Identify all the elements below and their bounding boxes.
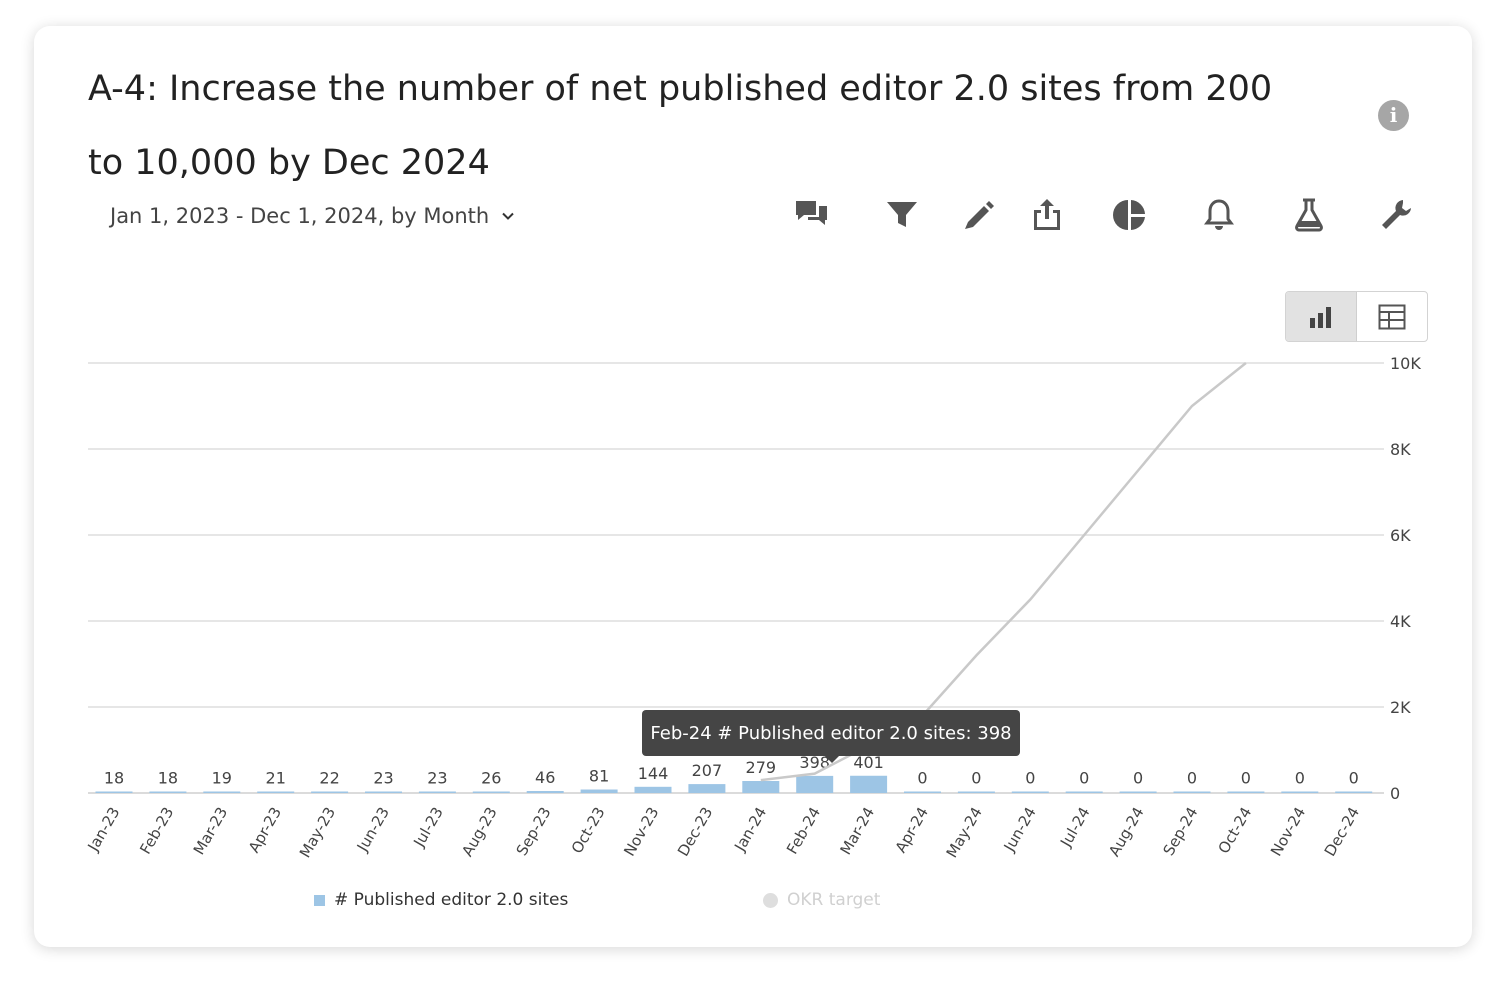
bar [526, 791, 564, 793]
bar [796, 775, 834, 793]
data-label: 0 [917, 769, 927, 788]
data-label: 0 [1133, 769, 1143, 788]
legend-swatch [763, 892, 778, 908]
x-tick-label: Jun-23 [353, 804, 393, 855]
chart-tooltip: Feb-24 # Published editor 2.0 sites: 398 [642, 710, 1020, 763]
x-tick-label: Jun-24 [1000, 804, 1040, 855]
y-tick-label: 6K [1390, 526, 1411, 545]
data-label: 144 [638, 764, 669, 783]
bar [95, 791, 133, 793]
x-tick-label: Aug-23 [458, 804, 500, 860]
data-label: 23 [373, 769, 393, 788]
x-tick-label: Dec-23 [674, 804, 716, 859]
bar [472, 791, 510, 793]
data-label: 0 [1241, 769, 1251, 788]
x-tick-label: Aug-24 [1105, 804, 1147, 860]
data-label: 0 [1187, 769, 1197, 788]
bar [742, 781, 780, 793]
legend-swatch [314, 894, 325, 906]
y-tick-label: 10K [1390, 354, 1421, 373]
bar [1281, 791, 1319, 793]
data-label: 0 [1349, 769, 1359, 788]
x-tick-label: Nov-23 [620, 804, 662, 859]
data-label: 0 [971, 769, 981, 788]
data-label: 279 [746, 758, 777, 777]
data-label: 0 [1295, 769, 1305, 788]
x-tick-label: Oct-23 [568, 804, 609, 857]
data-label: 26 [481, 769, 501, 788]
x-tick-label: Jul-23 [409, 804, 446, 851]
x-tick-label: May-24 [943, 804, 986, 861]
bar [580, 789, 618, 793]
bar [1119, 791, 1157, 793]
x-tick-label: Feb-24 [783, 804, 824, 857]
bar [418, 791, 456, 793]
data-label: 81 [589, 767, 609, 786]
x-tick-label: Apr-23 [245, 804, 285, 856]
bar [957, 791, 995, 793]
x-tick-label: Feb-23 [136, 804, 177, 857]
bar-chart: 0 2K 4K 6K 8K 10K 18 Jan-23 18 Feb-23 19 Mar-23 21 Ap… [84, 354, 1422, 861]
bar [1173, 791, 1211, 793]
y-tick-label: 8K [1390, 440, 1411, 459]
legend-label: OKR target [787, 890, 881, 910]
x-tick-label: May-23 [296, 804, 339, 861]
bar [1335, 791, 1373, 793]
x-tick-label: Sep-24 [1159, 804, 1201, 859]
bar [634, 786, 672, 793]
x-tick-label: Apr-24 [892, 804, 932, 856]
bar [149, 791, 187, 793]
data-label: 22 [319, 769, 339, 788]
legend-item-okr-target[interactable]: OKR target [763, 890, 880, 910]
bar [904, 791, 941, 793]
x-tick-label: Mar-24 [837, 804, 879, 858]
x-tick-label: Jul-24 [1056, 804, 1093, 851]
legend-label: # Published editor 2.0 sites [334, 890, 569, 910]
bar [850, 775, 888, 793]
bar [1227, 791, 1265, 793]
data-label: 207 [692, 761, 723, 780]
data-label: 0 [1025, 769, 1035, 788]
bar [365, 791, 402, 793]
data-label: 0 [1079, 769, 1089, 788]
data-label: 18 [104, 769, 124, 788]
data-label: 19 [212, 769, 232, 788]
y-tick-label: 4K [1390, 612, 1411, 631]
bar [257, 791, 295, 793]
chart-card: A-4: Increase the number of net publishe… [34, 26, 1472, 947]
bar [688, 784, 726, 793]
x-tick-label: Oct-24 [1215, 804, 1256, 857]
data-label: 23 [427, 769, 447, 788]
x-tick-label: Nov-24 [1267, 804, 1309, 859]
y-tick-label: 0 [1390, 784, 1400, 803]
tooltip-text: Feb-24 # Published editor 2.0 sites: 398 [650, 722, 1012, 744]
x-tick-label: Dec-24 [1321, 804, 1363, 859]
bar [1065, 791, 1103, 793]
x-tick-label: Jan-24 [730, 804, 770, 855]
bar [203, 791, 241, 793]
y-tick-label: 2K [1390, 698, 1411, 717]
data-label: 18 [158, 769, 178, 788]
data-label: 21 [266, 769, 286, 788]
bar [311, 791, 349, 793]
x-tick-label: Jan-23 [84, 804, 124, 855]
x-tick-label: Sep-23 [513, 804, 555, 859]
legend-item-published-sites[interactable]: # Published editor 2.0 sites [314, 890, 568, 910]
x-tick-label: Mar-23 [190, 804, 232, 858]
bar [1011, 791, 1049, 793]
data-label: 46 [535, 768, 555, 787]
